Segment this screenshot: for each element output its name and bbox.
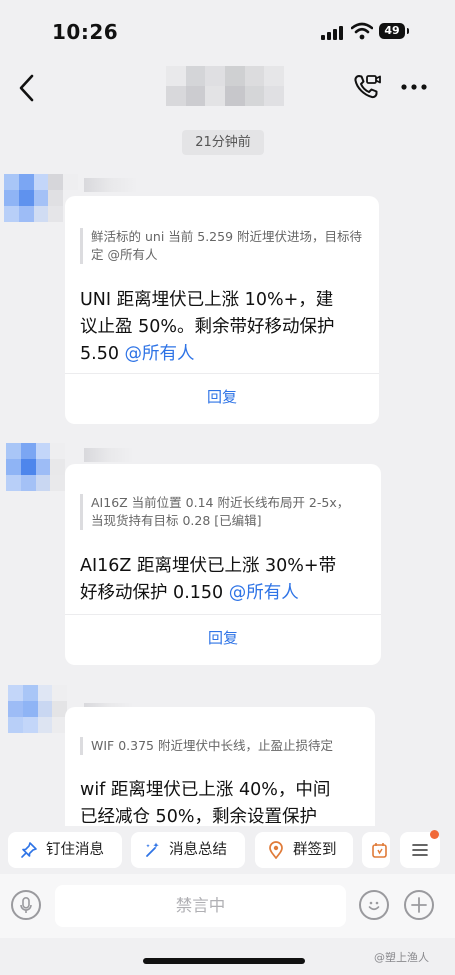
divider	[65, 614, 381, 615]
message-line: 议止盈 50%。剩余带好移动保护	[80, 317, 335, 337]
pin-icon	[21, 842, 37, 858]
calendar-button[interactable]	[362, 832, 390, 868]
microphone-icon	[20, 897, 32, 913]
quoted-message: 鲜活标的 uni 当前 5.259 附近埋伏进场，目标待定 @所有人	[80, 228, 364, 264]
pin-message-button[interactable]: 钉住消息	[8, 832, 122, 868]
quick-actions-bar: 钉住消息 消息总结 群签到	[0, 826, 455, 874]
quoted-message: AI16Z 当前位置 0.14 附近长线布局开 2-5x， 当现货持有目标 0.…	[80, 494, 366, 530]
chat-header	[0, 62, 455, 114]
notification-dot	[430, 830, 439, 839]
phone-video-icon[interactable]	[352, 72, 382, 102]
menu-icon	[412, 844, 428, 856]
plus-icon	[411, 897, 427, 913]
smile-icon	[368, 901, 380, 911]
group-checkin-button[interactable]: 群签到	[255, 832, 353, 868]
message-line: 5.50	[80, 344, 119, 364]
cellular-signal-icon	[321, 26, 347, 40]
group-checkin-label: 群签到	[293, 842, 337, 858]
more-actions-button[interactable]	[400, 830, 440, 868]
sender-name-blurred	[84, 178, 138, 192]
wifi-icon	[351, 22, 373, 40]
reply-button[interactable]: 回复	[65, 386, 379, 407]
quote-line: AI16Z 当前位置 0.14 附近长线布局开 2-5x，	[91, 495, 350, 510]
status-time: 10:26	[52, 20, 119, 44]
plus-button[interactable]	[404, 890, 434, 920]
watermark: @塑上渔人	[374, 951, 429, 964]
quoted-message: WIF 0.375 附近埋伏中长线，止盈止损待定	[80, 737, 360, 755]
message-text: UNI 距离埋伏已上涨 10%+，建 议止盈 50%。剩余带好移动保护 5.50…	[80, 287, 365, 368]
message-line: UNI 距离埋伏已上涨 10%+，建	[80, 290, 334, 310]
summarize-label: 消息总结	[169, 842, 227, 858]
emoji-button[interactable]	[359, 890, 389, 920]
chat-title-blurred	[166, 66, 284, 106]
mention-all[interactable]: @所有人	[229, 583, 299, 603]
pin-message-label: 钉住消息	[46, 842, 104, 858]
mention-all[interactable]: @所有人	[125, 344, 195, 364]
message-timestamp: 21分钟前	[182, 130, 264, 155]
message-line: AI16Z 距离埋伏已上涨 30%+带	[80, 556, 337, 576]
voice-button[interactable]	[11, 890, 41, 920]
input-bar: 禁言中	[0, 874, 455, 938]
status-bar: 10:26 49	[0, 0, 455, 62]
message-bubble[interactable]: AI16Z 当前位置 0.14 附近长线布局开 2-5x， 当现货持有目标 0.…	[65, 464, 381, 665]
divider	[65, 373, 379, 374]
message-text: AI16Z 距离埋伏已上涨 30%+带 好移动保护 0.150 @所有人	[80, 553, 367, 607]
more-options-icon[interactable]	[398, 72, 430, 102]
home-indicator	[143, 958, 305, 964]
quote-line: 当现货持有目标 0.28 [已编辑]	[91, 513, 262, 528]
back-arrow-icon[interactable]	[14, 72, 42, 104]
battery-icon: 49	[379, 23, 409, 39]
summarize-button[interactable]: 消息总结	[131, 832, 245, 868]
sender-name-blurred	[84, 448, 134, 462]
message-text: wif 距离埋伏已上涨 40%，中间 已经减仓 50%，剩余设置保护	[80, 777, 361, 831]
message-line: wif 距离埋伏已上涨 40%，中间	[80, 780, 331, 800]
reply-button[interactable]: 回复	[65, 627, 381, 648]
calendar-icon	[372, 843, 387, 858]
message-input[interactable]: 禁言中	[55, 885, 346, 927]
magic-wand-icon	[146, 842, 159, 857]
location-pin-icon	[269, 841, 283, 859]
message-bubble[interactable]: 鲜活标的 uni 当前 5.259 附近埋伏进场，目标待定 @所有人 UNI 距…	[65, 196, 379, 424]
message-line: 好移动保护 0.150	[80, 583, 224, 603]
